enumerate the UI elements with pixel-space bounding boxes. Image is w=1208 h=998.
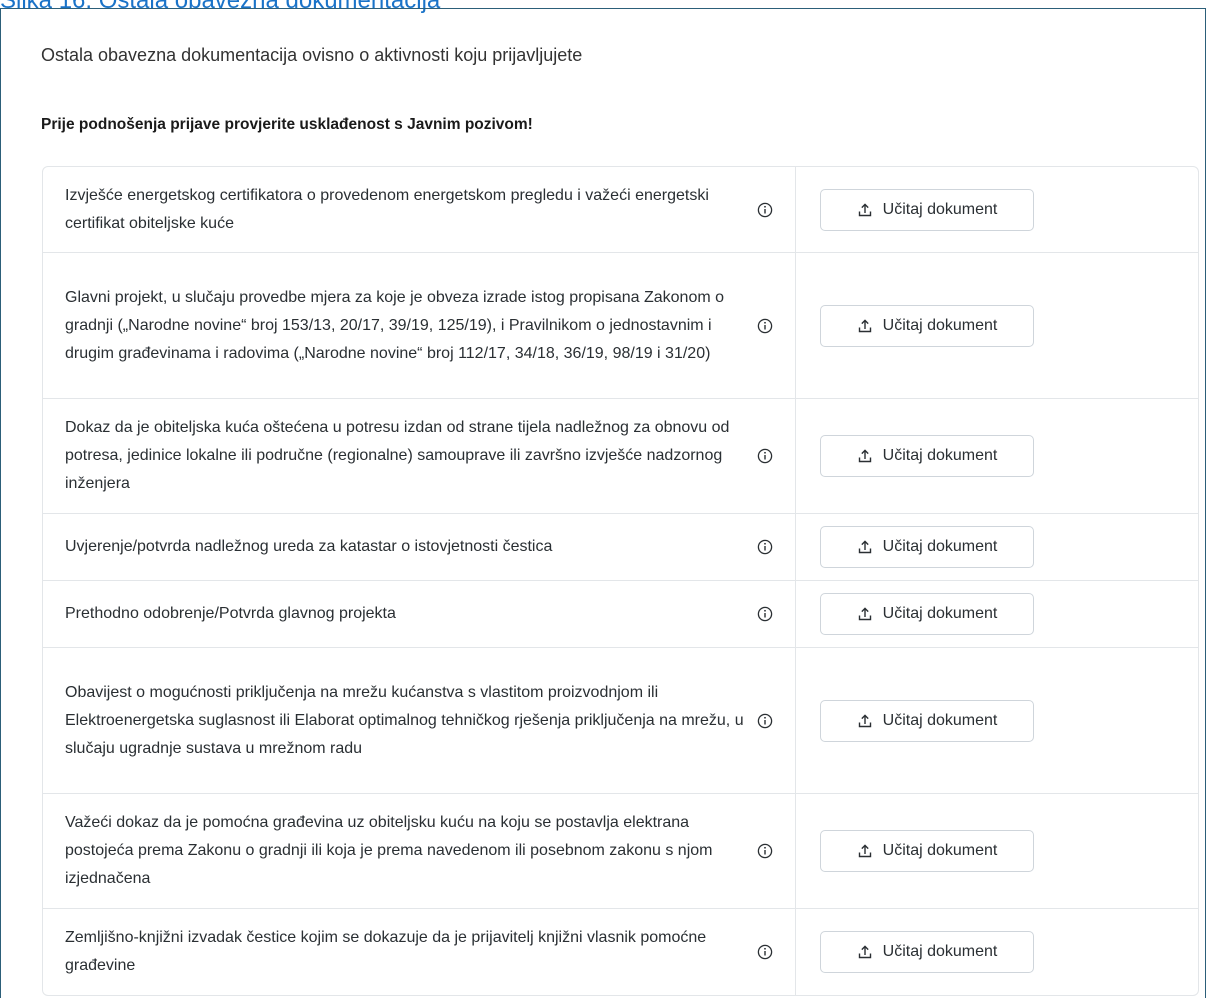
document-description-cell: Zemljišno-knjižni izvadak čestice kojim … — [43, 909, 795, 995]
upload-icon — [858, 607, 871, 621]
upload-button-label: Učitaj dokument — [882, 711, 998, 729]
upload-document-button[interactable]: Učitaj dokument — [820, 188, 1034, 231]
document-row: Uvjerenje/potvrda nadležnog ureda za kat… — [43, 513, 1198, 580]
upload-button-label: Učitaj dokument — [882, 538, 998, 555]
upload-button-label: Učitaj dokument — [882, 316, 998, 334]
document-description: Glavni projekt, u slučaju provedbe mjera… — [65, 288, 725, 362]
document-description: Zemljišno-knjižni izvadak čestice kojim … — [65, 929, 707, 974]
document-row: Zemljišno-knjižni izvadak čestice kojim … — [43, 908, 1198, 995]
document-row: Dokaz da je obiteljska kuća oštećena u p… — [43, 398, 1198, 513]
upload-icon — [858, 449, 871, 463]
upload-document-button[interactable]: Učitaj dokument — [820, 830, 1034, 872]
info-circle-icon[interactable] — [757, 606, 773, 622]
document-action-cell: Učitaj dokument — [795, 399, 1198, 513]
upload-document-button[interactable]: Učitaj dokument — [820, 931, 1034, 973]
document-action-cell: Učitaj dokument — [795, 909, 1198, 995]
document-description-cell: Važeći dokaz da je pomoćna građevina uz … — [43, 794, 795, 908]
document-action-cell: Učitaj dokument — [795, 581, 1198, 647]
document-description-cell: Obavijest o mogućnosti priključenja na m… — [43, 648, 795, 793]
upload-button-label: Učitaj dokument — [882, 842, 998, 859]
info-circle-icon[interactable] — [757, 539, 773, 555]
section-heading: Ostala obavezna dokumentacija ovisno o a… — [41, 45, 583, 65]
document-description-cell: Prethodno odobrenje/Potvrda glavnog proj… — [43, 581, 795, 647]
documents-table: Izvješće energetskog certifikatora o pro… — [42, 166, 1199, 996]
document-row: Važeći dokaz da je pomoćna građevina uz … — [43, 793, 1198, 908]
document-row: Obavijest o mogućnosti priključenja na m… — [43, 647, 1198, 793]
info-circle-icon[interactable] — [757, 448, 773, 464]
upload-document-button[interactable]: Učitaj dokument — [820, 699, 1034, 742]
document-action-cell: Učitaj dokument — [795, 253, 1198, 398]
upload-icon — [858, 844, 871, 858]
upload-document-button[interactable]: Učitaj dokument — [820, 593, 1034, 635]
document-description-cell: Dokaz da je obiteljska kuća oštećena u p… — [43, 399, 795, 513]
document-description: Dokaz da je obiteljska kuća oštećena u p… — [65, 419, 730, 492]
document-row: Glavni projekt, u slučaju provedbe mjera… — [43, 252, 1198, 398]
document-description-cell: Glavni projekt, u slučaju provedbe mjera… — [43, 253, 795, 398]
document-description: Važeći dokaz da je pomoćna građevina uz … — [65, 814, 713, 887]
upload-document-button[interactable]: Učitaj dokument — [820, 435, 1034, 477]
info-circle-icon[interactable] — [757, 944, 773, 960]
compliance-warning: Prije podnošenja prijave provjerite uskl… — [41, 116, 533, 133]
upload-button-label: Učitaj dokument — [882, 943, 998, 960]
document-action-cell: Učitaj dokument — [795, 648, 1198, 793]
upload-button-label: Učitaj dokument — [882, 605, 998, 622]
upload-icon — [858, 202, 871, 216]
document-action-cell: Učitaj dokument — [795, 514, 1198, 580]
document-description-cell: Izvješće energetskog certifikatora o pro… — [43, 167, 795, 252]
document-row: Izvješće energetskog certifikatora o pro… — [43, 167, 1198, 252]
upload-icon — [858, 713, 871, 727]
document-description: Obavijest o mogućnosti priključenja na m… — [65, 683, 744, 757]
upload-icon — [858, 945, 871, 959]
upload-document-button[interactable]: Učitaj dokument — [820, 304, 1034, 347]
upload-button-label: Učitaj dokument — [882, 447, 998, 464]
document-description-cell: Uvjerenje/potvrda nadležnog ureda za kat… — [43, 514, 795, 580]
info-circle-icon[interactable] — [757, 843, 773, 859]
documentation-panel: Ostala obavezna dokumentacija ovisno o a… — [0, 8, 1206, 998]
info-circle-icon[interactable] — [757, 713, 773, 729]
upload-icon — [858, 318, 871, 332]
upload-button-label: Učitaj dokument — [882, 200, 998, 218]
upload-icon — [858, 540, 871, 554]
document-description: Prethodno odobrenje/Potvrda glavnog proj… — [65, 605, 396, 622]
document-row: Prethodno odobrenje/Potvrda glavnog proj… — [43, 580, 1198, 647]
document-description: Izvješće energetskog certifikatora o pro… — [65, 186, 709, 232]
document-description: Uvjerenje/potvrda nadležnog ureda za kat… — [65, 538, 553, 555]
document-action-cell: Učitaj dokument — [795, 167, 1198, 252]
document-action-cell: Učitaj dokument — [795, 794, 1198, 908]
info-circle-icon[interactable] — [757, 318, 773, 334]
upload-document-button[interactable]: Učitaj dokument — [820, 526, 1034, 568]
info-circle-icon[interactable] — [757, 202, 773, 218]
